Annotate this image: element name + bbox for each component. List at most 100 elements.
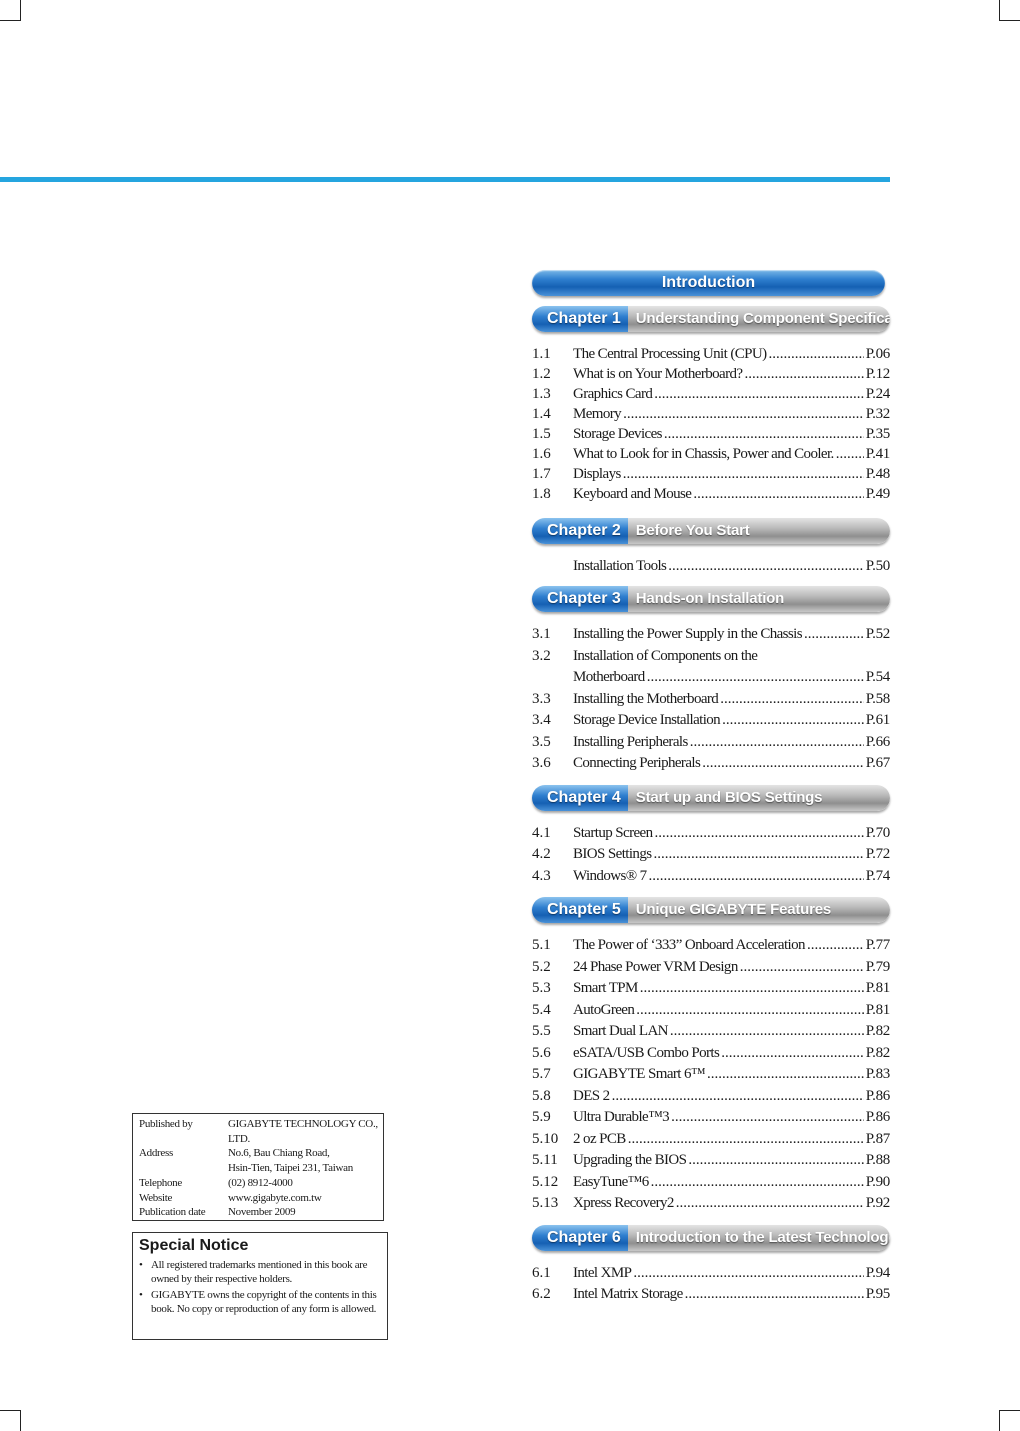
chapter-banner-5[interactable]: Chapter 5 Unique GIGABYTE Features (532, 897, 890, 923)
toc-entry[interactable]: 5.11 Upgrading the BIOS P.88 (532, 1150, 890, 1172)
publisher-row: Telephone (02) 8912-4000 (139, 1176, 383, 1191)
toc-entry[interactable]: 5.2 24 Phase Power VRM Design P.79 (532, 957, 890, 979)
entry-page: P.86 (865, 1087, 891, 1104)
toc-entry[interactable]: 3.3 Installing the Motherboard P.58 (532, 689, 890, 711)
entry-page: P.82 (865, 1044, 891, 1061)
entry-page: P.83 (865, 1066, 891, 1082)
entry-title: Intel XMP (573, 1264, 632, 1281)
entry-title: 24 Phase Power VRM Design (573, 958, 738, 975)
toc-entry[interactable]: 3.6 Connecting Peripherals P.67 (532, 753, 890, 775)
toc-entry[interactable]: 3.5 Installing Peripherals P.66 (532, 732, 890, 754)
toc-entry[interactable]: 5.12 EasyTune™6 P.90 (532, 1172, 890, 1194)
toc-entry[interactable]: 1.4 Memory P.32 (532, 404, 890, 424)
entry-title: Installing the Motherboard (573, 690, 719, 707)
entry-number: 5.13 (532, 1195, 559, 1211)
toc-entry[interactable]: 3.4 Storage Device Installation P.61 (532, 710, 890, 732)
toc-entry[interactable]: 5.9 Ultra Durable™3 P.86 (532, 1107, 890, 1129)
toc-entry[interactable]: 1.7 Displays P.48 (532, 464, 890, 484)
entry-number: 1.7 (532, 466, 551, 482)
chapter-title: Unique GIGABYTE Features (627, 897, 890, 923)
toc-entry[interactable]: 6.2 Intel Matrix Storage P.95 (532, 1284, 890, 1306)
dot-leader (740, 957, 864, 979)
chapter-banner-6[interactable]: Chapter 6 Introduction to the Latest Tech… (532, 1224, 890, 1251)
crop-mark-top-left (0, 0, 21, 21)
crop-mark-bottom-left (0, 1410, 21, 1431)
toc-entry[interactable]: Installation Tools P.50 (532, 556, 890, 576)
toc-entry[interactable]: Motherboard P.54 (532, 667, 890, 689)
chapter-banner-2[interactable]: Chapter 2 Before You Start (532, 518, 890, 544)
publisher-key: Publication date (139, 1206, 206, 1219)
toc-entry[interactable]: 5.8 DES 2 P.86 (532, 1086, 890, 1108)
chapter-banner-1[interactable]: Chapter 1 Understanding Component Specifi… (532, 306, 890, 332)
entry-number: 4.3 (532, 867, 551, 884)
entry-number: 5.12 (532, 1173, 559, 1190)
entry-number: 5.7 (532, 1066, 551, 1082)
toc-entry[interactable]: 5.3 Smart TPM P.81 (532, 978, 890, 1000)
dot-leader (676, 1193, 864, 1215)
toc-entry[interactable]: 5.5 Smart Dual LAN P.82 (532, 1021, 890, 1043)
toc-entry[interactable]: 5.13 Xpress Recovery2 P.92 (532, 1193, 890, 1215)
publisher-value[interactable]: www.gigabyte.com.tw (228, 1191, 383, 1206)
entry-number: 1.2 (532, 366, 551, 382)
dot-leader (633, 1263, 863, 1285)
publisher-row: Publication date November 2009 (139, 1205, 383, 1220)
entry-title: Installation Tools (573, 558, 667, 574)
entry-number: 3.1 (532, 626, 551, 642)
crop-mark-top-right (999, 0, 1020, 21)
entry-number: 5.6 (532, 1044, 551, 1061)
crop-mark-bottom-right (999, 1410, 1020, 1431)
toc-entry[interactable]: 5.1 The Power of ‘333” Onboard Accelerati… (532, 935, 890, 957)
chapter-number: Chapter 2 (532, 518, 628, 544)
toc-entry[interactable]: 3.2 Installation of Components on the (532, 646, 890, 668)
toc-entry[interactable]: 5.6 eSATA/USB Combo Ports P.82 (532, 1043, 890, 1065)
toc-entry[interactable]: 1.5 Storage Devices P.35 (532, 424, 890, 444)
chapter-banner-4[interactable]: Chapter 4 Start up and BIOS Settings (532, 784, 890, 811)
entry-title: Smart TPM (573, 980, 638, 996)
dot-leader (693, 484, 863, 504)
chapter-list: Chapter 1 Understanding Component Specifi… (532, 306, 890, 1306)
introduction-banner[interactable]: Introduction (532, 270, 885, 296)
toc-entry[interactable]: 1.8 Keyboard and Mouse P.49 (532, 484, 890, 504)
dot-leader (685, 1284, 864, 1306)
toc-entry[interactable]: 5.4 AutoGreen P.81 (532, 1000, 890, 1022)
entry-number: 3.2 (532, 647, 551, 664)
toc-entry[interactable]: 5.7 GIGABYTE Smart 6™ P.83 (532, 1064, 890, 1086)
toc-entry[interactable]: 3.1 Installing the Power Supply in the Ch… (532, 624, 890, 646)
bullet-icon: • (139, 1259, 143, 1271)
toc-entry[interactable]: 1.2 What is on Your Motherboard? P.12 (532, 364, 890, 384)
dot-leader (769, 344, 864, 364)
entry-number: 5.11 (532, 1152, 558, 1168)
bullet-icon: • (139, 1289, 143, 1301)
entry-title: What to Look for in Chassis, Power and C… (573, 446, 834, 462)
entry-title: Keyboard and Mouse (573, 486, 692, 502)
toc-entry[interactable]: 4.2 BIOS Settings P.72 (532, 844, 890, 866)
dot-leader (649, 866, 864, 888)
toc-entry[interactable]: 6.1 Intel XMP P.94 (532, 1263, 890, 1285)
toc-entry[interactable]: 1.3 Graphics Card P.24 (532, 384, 890, 404)
toc-entry[interactable]: 4.3 Windows® 7 P.74 (532, 866, 890, 888)
dot-leader (721, 1043, 864, 1065)
entry-page: P.41 (865, 446, 891, 462)
entry-number: 6.1 (532, 1264, 551, 1281)
entry-title: The Power of ‘333” Onboard Acceleration (573, 937, 806, 953)
chapter-items: 5.1 The Power of ‘333” Onboard Accelerati… (532, 935, 890, 1215)
toc-entry[interactable]: 4.1 Startup Screen P.70 (532, 823, 890, 845)
entry-page: P.70 (865, 824, 891, 841)
toc-entry[interactable]: 1.6 What to Look for in Chassis, Power an… (532, 444, 890, 464)
toc-entry[interactable]: 5.10 2 oz PCB P.87 (532, 1129, 890, 1151)
entry-title: BIOS Settings (573, 846, 652, 862)
entry-number: 4.1 (532, 824, 551, 841)
publisher-key (139, 1132, 228, 1147)
dot-leader (807, 935, 864, 957)
chapter-number: Chapter 5 (532, 897, 628, 923)
chapter-number: Chapter 4 (532, 784, 628, 811)
entry-title: Graphics Card (573, 386, 653, 402)
toc-entry[interactable]: 1.1 The Central Processing Unit (CPU) P.06 (532, 344, 890, 364)
chapter-items: 3.1 Installing the Power Supply in the Ch… (532, 624, 890, 775)
entry-number: 5.4 (532, 1001, 551, 1018)
publisher-row: LTD. (139, 1132, 383, 1147)
chapter-banner-3[interactable]: Chapter 3 Hands-on Installation (532, 586, 890, 612)
chapter-title: Hands-on Installation (627, 586, 890, 612)
publisher-key: Telephone (139, 1176, 182, 1189)
dot-leader (636, 1000, 864, 1022)
